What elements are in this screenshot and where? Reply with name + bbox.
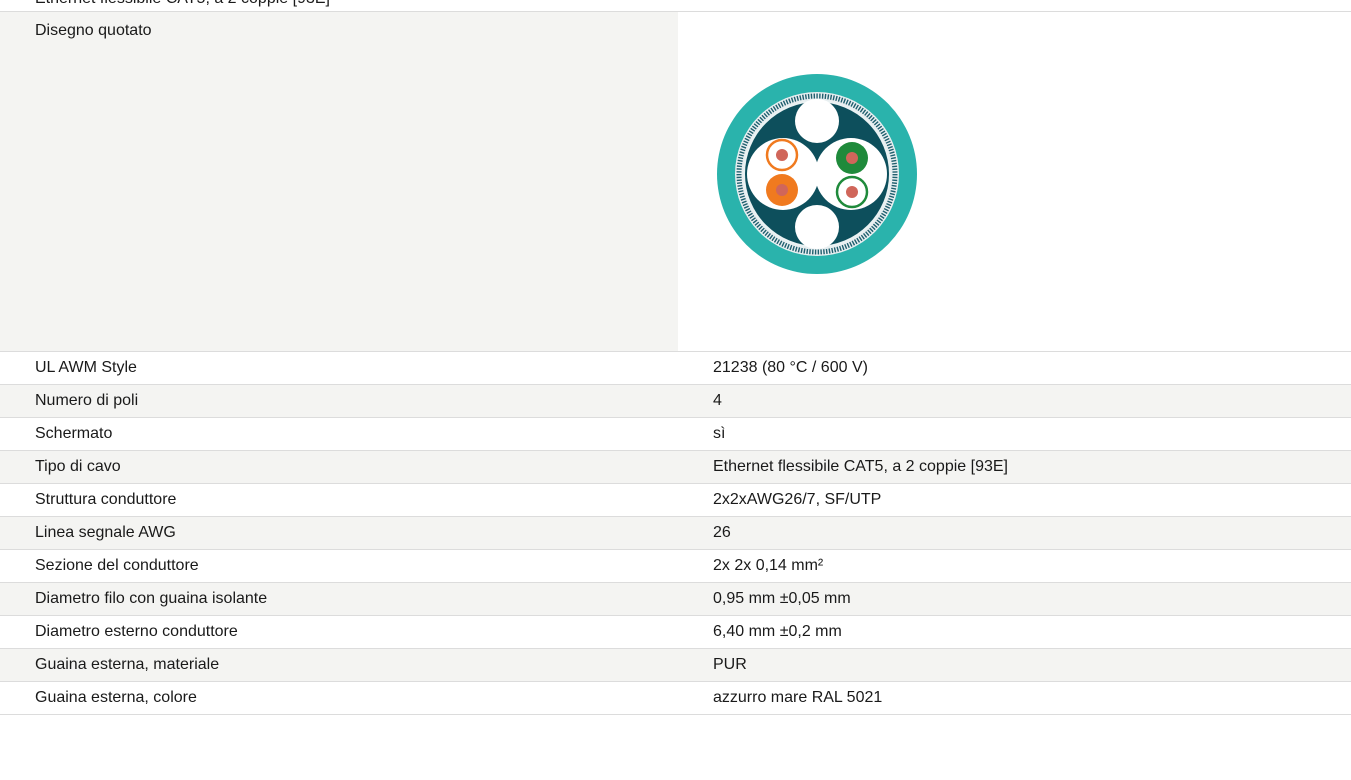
spec-row: Guaina esterna, colore azzurro mare RAL … [0, 681, 1351, 715]
spec-value: 6,40 mm ±0,2 mm [678, 615, 1351, 649]
spec-label: Struttura conduttore [0, 483, 678, 517]
spec-value: azzurro mare RAL 5021 [678, 681, 1351, 715]
spec-label: Diametro filo con guaina isolante [0, 582, 678, 616]
spec-label: Diametro esterno conduttore [0, 615, 678, 649]
spec-value: 21238 (80 °C / 600 V) [678, 351, 1351, 385]
spec-value: 0,95 mm ±0,05 mm [678, 582, 1351, 616]
filler-bottom [795, 205, 839, 249]
spec-value: 4 [678, 384, 1351, 418]
spec-row: Numero di poli 4 [0, 384, 1351, 418]
spec-row: Guaina esterna, materiale PUR [0, 648, 1351, 682]
wire-green-core [846, 152, 858, 164]
spec-value: sì [678, 417, 1351, 451]
spec-value: 2x2xAWG26/7, SF/UTP [678, 483, 1351, 517]
spec-label: Sezione del conduttore [0, 549, 678, 583]
spec-table: Disegno quotato UL AWM Style 21238 (80 °… [0, 12, 1351, 715]
spec-row: Diametro esterno conduttore 6,40 mm ±0,2… [0, 615, 1351, 649]
wire-orange-core [776, 184, 788, 196]
spec-label: UL AWM Style [0, 351, 678, 385]
spec-label: Linea segnale AWG [0, 516, 678, 550]
spec-label: Disegno quotato [0, 12, 678, 352]
wire-orange-white-core [776, 149, 788, 161]
spec-row: Diametro filo con guaina isolante 0,95 m… [0, 582, 1351, 616]
spec-value: 2x 2x 0,14 mm² [678, 549, 1351, 583]
spec-row: Schermato sì [0, 417, 1351, 451]
spec-value: PUR [678, 648, 1351, 682]
spec-row: Struttura conduttore 2x2xAWG26/7, SF/UTP [0, 483, 1351, 517]
spec-row: Sezione del conduttore 2x 2x 0,14 mm² [0, 549, 1351, 583]
cable-cross-section-drawing [717, 74, 917, 274]
spec-label: Guaina esterna, colore [0, 681, 678, 715]
wire-green-white-core [846, 186, 858, 198]
spec-label: Guaina esterna, materiale [0, 648, 678, 682]
spec-value: 26 [678, 516, 1351, 550]
previous-row-fragment: Ethernet flessibile CAT5, a 2 coppie [93… [0, 0, 1351, 12]
spec-value-drawing [678, 12, 1351, 352]
spec-row: UL AWM Style 21238 (80 °C / 600 V) [0, 351, 1351, 385]
spec-label: Tipo di cavo [0, 450, 678, 484]
spec-row: Linea segnale AWG 26 [0, 516, 1351, 550]
spec-value: Ethernet flessibile CAT5, a 2 coppie [93… [678, 450, 1351, 484]
filler-top [795, 99, 839, 143]
spec-row: Tipo di cavo Ethernet flessibile CAT5, a… [0, 450, 1351, 484]
spec-row-drawing: Disegno quotato [0, 12, 1351, 352]
spec-label: Numero di poli [0, 384, 678, 418]
spec-label: Schermato [0, 417, 678, 451]
previous-row-text: Ethernet flessibile CAT5, a 2 coppie [93… [35, 0, 330, 9]
